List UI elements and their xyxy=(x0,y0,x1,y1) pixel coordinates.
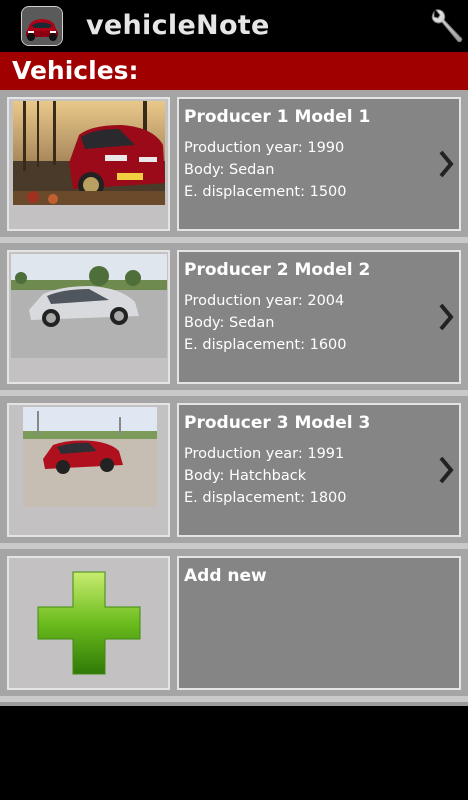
vehicle-displacement: E. displacement: 1500 xyxy=(184,184,347,200)
vehicle-info: Producer 2 Model 2 Production year: 2004… xyxy=(177,250,461,384)
app-title: vehicleNote xyxy=(86,10,270,41)
chevron-right-icon[interactable] xyxy=(437,302,457,332)
vehicle-body: Body: Sedan xyxy=(184,315,275,331)
plus-icon[interactable] xyxy=(36,570,142,676)
add-new-item[interactable]: Add new xyxy=(0,549,468,702)
vehicle-year: Production year: 2004 xyxy=(184,293,345,309)
chevron-right-icon[interactable] xyxy=(437,455,457,485)
add-new-thumbnail xyxy=(7,556,170,690)
vehicle-name: Producer 2 Model 2 xyxy=(184,260,371,280)
silver-sedan-photo xyxy=(11,254,167,358)
vehicle-thumbnail xyxy=(7,403,170,537)
list-item[interactable]: Producer 2 Model 2 Production year: 2004… xyxy=(0,243,468,396)
vehicle-body: Body: Hatchback xyxy=(184,468,307,484)
red-sedan-photo xyxy=(13,101,165,205)
vehicle-year: Production year: 1991 xyxy=(184,446,345,462)
vehicle-info: Producer 3 Model 3 Production year: 1991… xyxy=(177,403,461,537)
list-item[interactable]: Producer 1 Model 1 Production year: 1990… xyxy=(0,90,468,243)
vehicle-displacement: E. displacement: 1800 xyxy=(184,490,347,506)
vehicle-thumbnail xyxy=(7,97,170,231)
section-title: Vehicles: xyxy=(12,56,139,85)
section-header: Vehicles: xyxy=(0,52,468,90)
vehicle-body: Body: Sedan xyxy=(184,162,275,178)
vehicle-name: Producer 3 Model 3 xyxy=(184,413,371,433)
empty-area xyxy=(0,706,468,800)
car-app-icon[interactable] xyxy=(21,6,63,46)
action-bar: vehicleNote xyxy=(0,0,468,52)
vehicle-thumbnail xyxy=(7,250,170,384)
add-new-label: Add new xyxy=(184,566,267,586)
chevron-right-icon[interactable] xyxy=(437,149,457,179)
vehicle-year: Production year: 1990 xyxy=(184,140,345,156)
red-hatchback-photo xyxy=(23,407,157,507)
list-item[interactable]: Producer 3 Model 3 Production year: 1991… xyxy=(0,396,468,549)
add-new-info: Add new xyxy=(177,556,461,690)
vehicle-name: Producer 1 Model 1 xyxy=(184,107,371,127)
vehicle-displacement: E. displacement: 1600 xyxy=(184,337,347,353)
vehicle-info: Producer 1 Model 1 Production year: 1990… xyxy=(177,97,461,231)
vehicle-list: Producer 1 Model 1 Production year: 1990… xyxy=(0,90,468,706)
wrench-icon[interactable] xyxy=(428,8,464,46)
